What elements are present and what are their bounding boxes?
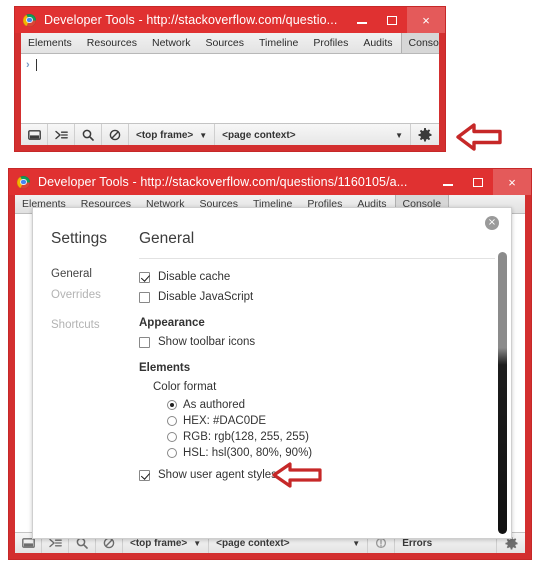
radio-label: HEX: #DAC0DE [183,415,267,427]
settings-nav-shortcuts[interactable]: Shortcuts [51,319,121,331]
option-disable-javascript[interactable]: Disable JavaScript [139,291,501,303]
context-selector-value: <page context> [222,129,296,141]
search-icon[interactable] [75,124,102,145]
panel-title: General [139,230,195,247]
chevron-down-icon: ▼ [193,538,202,548]
dock-window-icon[interactable] [21,124,48,145]
tab-network[interactable]: Network [145,33,199,53]
tab-console[interactable]: Console [400,33,439,53]
context-selector[interactable]: <page context> ▼ [215,124,411,145]
radio-hex[interactable] [167,416,177,426]
minimize-button[interactable] [433,169,463,195]
window-controls-bottom[interactable]: × [433,169,531,195]
checkbox-disable-javascript[interactable] [139,291,150,303]
radio-option-as-authored[interactable]: As authored [167,399,501,411]
color-format-label: Color format [153,381,217,393]
settings-scrollbar[interactable] [498,252,507,534]
chrome-logo-icon [17,175,30,189]
settings-nav-general[interactable]: General [51,268,121,280]
drawer-glyph [54,130,68,139]
chevron-down-icon: ▼ [352,538,361,548]
annotation-arrow-disable-cache [271,460,323,490]
maximize-button[interactable] [377,7,407,33]
radio-hsl[interactable] [167,448,177,458]
option-show-toolbar-icons[interactable]: Show toolbar icons [139,336,501,348]
checkbox-show-toolbar-icons[interactable] [139,336,150,348]
title-bar-bottom[interactable]: Developer Tools - http://stackoverflow.c… [9,169,531,195]
radio-as-authored[interactable] [167,400,177,410]
gear-icon[interactable] [411,124,439,145]
settings-close-icon[interactable]: × [485,216,499,230]
console-status-bar[interactable]: <top frame> ▼ <page context> ▼ [21,123,439,145]
console-text-caret [35,59,37,71]
dock-window-glyph [21,537,35,548]
gear-glyph [418,128,432,142]
maximize-button[interactable] [463,169,493,195]
drawer-glyph [48,538,62,547]
tab-profiles[interactable]: Profiles [306,33,356,53]
window-title: Developer Tools - http://stackoverflow.c… [38,175,408,189]
close-button[interactable]: × [407,7,445,33]
clear-console-icon[interactable] [102,124,129,145]
section-heading-appearance: Appearance [139,317,205,329]
annotation-arrow-gear [455,121,503,153]
settings-sidebar[interactable]: Settings General Overrides Shortcuts [33,208,121,538]
errors-label: Errors [402,537,433,549]
screenshot-root: Developer Tools - http://stackoverflow.c… [0,0,540,565]
window-title: Developer Tools - http://stackoverflow.c… [44,13,338,27]
console-panel[interactable]: › [21,54,439,123]
tab-audits[interactable]: Audits [356,33,400,53]
dock-window-glyph [27,129,41,140]
radio-label: RGB: rgb(128, 255, 255) [183,431,309,443]
option-label: Disable JavaScript [158,291,254,303]
radio-option-rgb[interactable]: RGB: rgb(128, 255, 255) [167,431,501,443]
checkbox-disable-cache[interactable] [139,271,150,283]
frame-selector-value: <top frame> [130,537,188,549]
tab-sources[interactable]: Sources [199,33,253,53]
option-label: Show toolbar icons [158,336,256,348]
context-selector-value: <page context> [216,537,290,549]
close-button[interactable]: × [493,169,531,195]
window-controls-top[interactable]: × [347,7,445,33]
chevron-down-icon: ▼ [395,130,403,140]
checkbox-show-user-agent-styles[interactable] [139,469,150,481]
section-heading-elements: Elements [139,362,191,374]
prompt-chevron-icon: › [26,59,30,71]
frame-selector[interactable]: <top frame> ▼ [129,124,216,145]
frame-selector-value: <top frame> [136,129,194,141]
radio-option-hsl[interactable]: HSL: hsl(300, 80%, 90%) [167,447,501,459]
console-prompt-row[interactable]: › [21,54,439,73]
chevron-down-icon: ▼ [199,130,208,140]
radio-option-hex[interactable]: HEX: #DAC0DE [167,415,501,427]
option-label: Show user agent styles [158,469,277,481]
devtools-body-bottom: Elements Resources Network Sources Timel… [15,195,525,553]
radio-rgb[interactable] [167,432,177,442]
console-drawer-icon[interactable] [48,124,75,145]
option-label: Disable cache [158,271,231,283]
settings-nav-overrides[interactable]: Overrides [51,289,121,301]
devtools-body-top: Elements Resources Network Sources Timel… [21,33,439,145]
chrome-logo-icon [23,13,36,27]
option-disable-cache[interactable]: Disable cache [139,271,501,283]
radio-label: HSL: hsl(300, 80%, 90%) [183,447,313,459]
panel-divider [139,258,495,259]
magnifier-glyph [82,129,94,141]
title-bar-top[interactable]: Developer Tools - http://stackoverflow.c… [15,7,445,33]
settings-title: Settings [51,230,108,247]
radio-label: As authored [183,399,246,411]
tab-elements[interactable]: Elements [21,33,80,53]
devtools-tab-bar[interactable]: Elements Resources Network Sources Timel… [21,33,439,54]
no-entry-glyph [109,129,121,141]
minimize-button[interactable] [347,7,377,33]
devtools-window-bottom[interactable]: Developer Tools - http://stackoverflow.c… [8,168,532,560]
tab-timeline[interactable]: Timeline [252,33,306,53]
devtools-window-top[interactable]: Developer Tools - http://stackoverflow.c… [14,6,446,152]
tab-resources[interactable]: Resources [80,33,145,53]
